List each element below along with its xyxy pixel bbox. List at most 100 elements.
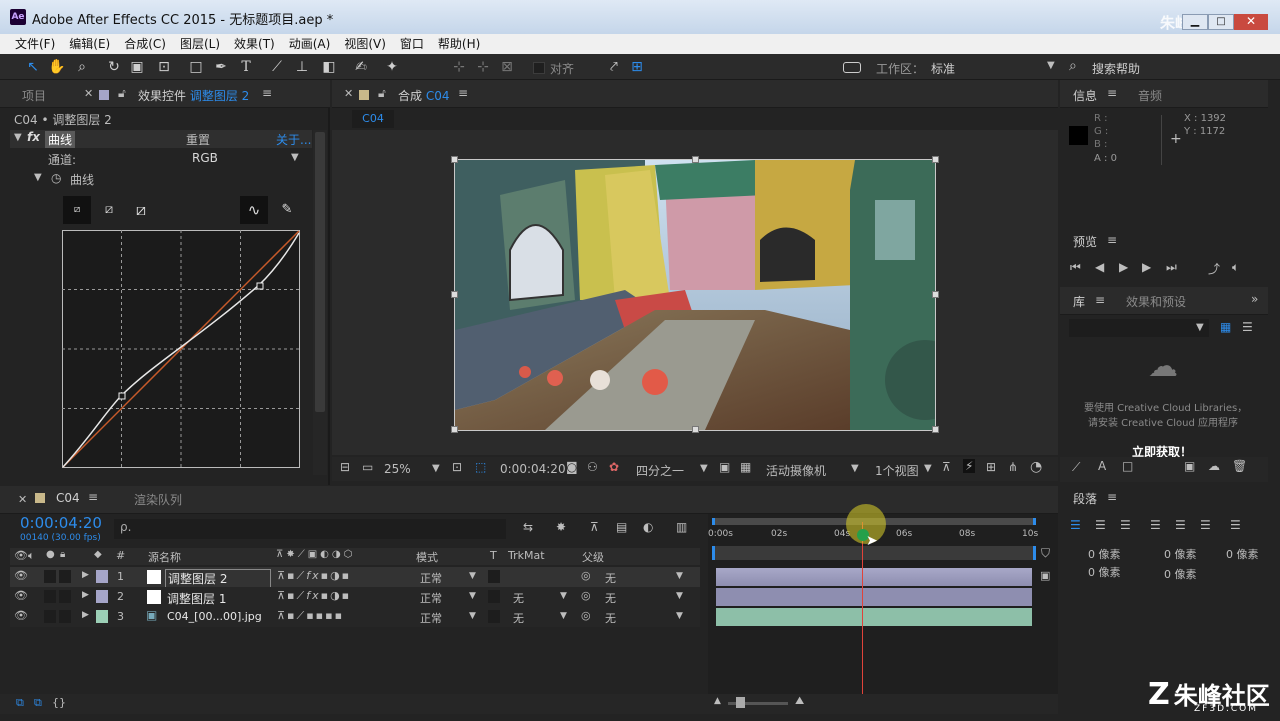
zoom-in-icon[interactable]: ⛰: [795, 694, 804, 708]
brush-tool-icon[interactable]: ⟋: [268, 58, 286, 76]
lock-box[interactable]: [59, 610, 71, 623]
workspace-dropdown[interactable]: 标准: [931, 60, 955, 77]
transparency-grid-icon[interactable]: ▦: [740, 460, 751, 474]
curve-size-small-button[interactable]: ⧄: [63, 196, 91, 224]
close-icon[interactable]: ✕: [84, 87, 93, 100]
layer-switches-toggle-icon[interactable]: ⧉: [16, 696, 24, 710]
parent-dropdown[interactable]: 无: [605, 610, 616, 626]
clone-stamp-tool-icon[interactable]: ⊥: [293, 58, 311, 76]
effect-name-curves[interactable]: 曲线: [45, 131, 76, 148]
bezier-curve-button[interactable]: ∿: [240, 196, 268, 224]
zoom-slider-thumb[interactable]: [736, 697, 745, 708]
handle-tr[interactable]: [932, 156, 939, 163]
expand-icon[interactable]: ▶︎: [82, 570, 89, 580]
align-left-icon[interactable]: ☰: [1070, 518, 1081, 532]
layer-switches[interactable]: ⊼▪⟋fx▪◑▪: [277, 589, 351, 603]
table-row[interactable]: [10, 607, 700, 627]
solo-box[interactable]: [44, 610, 56, 623]
draft-3d-icon[interactable]: ✸: [556, 520, 566, 534]
menu-layer[interactable]: 图层(L): [173, 34, 227, 52]
list-view-icon[interactable]: ☰: [1242, 320, 1253, 334]
panel-menu-icon[interactable]: ≡: [1095, 293, 1105, 307]
layer-bar-1[interactable]: [716, 568, 1032, 586]
snapshot-icon[interactable]: ◙: [566, 460, 578, 474]
expand-icon[interactable]: ▶︎: [82, 590, 89, 600]
header-source-name[interactable]: 源名称: [148, 549, 181, 565]
panel-menu-icon[interactable]: ≡: [262, 86, 272, 100]
expand-panel-icon[interactable]: »: [1251, 292, 1258, 306]
show-snapshot-icon[interactable]: ⚇: [587, 460, 598, 474]
menu-composition[interactable]: 合成(C): [117, 34, 173, 52]
chevron-down-icon[interactable]: ▼: [924, 463, 932, 474]
layer-switches[interactable]: ⊼▪⟋fx▪◑▪: [277, 569, 351, 583]
handle-br[interactable]: [932, 426, 939, 433]
next-frame-icon[interactable]: ▶︎: [1142, 260, 1151, 274]
align-center-icon[interactable]: ☰: [1095, 518, 1106, 532]
maximize-button[interactable]: □: [1208, 14, 1234, 30]
tab-composition[interactable]: 合成 C04: [398, 87, 450, 104]
channel-dropdown[interactable]: RGB: [192, 151, 218, 165]
previous-frame-icon[interactable]: ◀︎: [1095, 260, 1104, 274]
chevron-down-icon[interactable]: ▼: [560, 591, 567, 601]
space-after-field[interactable]: 0 像素: [1164, 566, 1197, 582]
timeline-icon[interactable]: ⊞: [986, 460, 996, 474]
local-axis-icon[interactable]: ⊹: [450, 58, 468, 76]
snap-option-icon[interactable]: ⤤: [605, 58, 623, 76]
indent-right-field[interactable]: 0 像素: [1164, 546, 1197, 562]
menu-window[interactable]: 窗口: [393, 34, 431, 52]
justify-center-icon[interactable]: ☰: [1175, 518, 1186, 532]
snap-checkbox[interactable]: [533, 62, 545, 74]
curve-size-large-button[interactable]: ⧄: [128, 196, 154, 224]
panel-menu-icon[interactable]: ≡: [1107, 86, 1117, 100]
pickwhip-icon[interactable]: ◎: [581, 589, 591, 602]
preserve-transparency-box[interactable]: [488, 570, 500, 583]
audio-icon[interactable]: 🔈︎: [28, 549, 35, 563]
layer-mode-dropdown[interactable]: 正常: [420, 610, 442, 626]
reset-exposure-icon[interactable]: ◔: [1030, 459, 1042, 475]
table-row[interactable]: [10, 587, 700, 607]
handle-mr[interactable]: [932, 291, 939, 298]
trkmat-dropdown[interactable]: 无: [513, 610, 524, 626]
shy-layers-icon[interactable]: ⊼: [590, 520, 599, 534]
layer-bar-2[interactable]: [716, 588, 1032, 606]
motion-blur-icon[interactable]: ◐: [643, 520, 653, 534]
timeline-timecode[interactable]: 0:00:04:20: [20, 514, 102, 532]
pickwhip-icon[interactable]: ◎: [581, 569, 591, 582]
tab-effects-controls[interactable]: 效果控件 调整图层 2: [138, 87, 249, 104]
expand-triangle-icon[interactable]: ▼: [14, 132, 22, 143]
tab-project[interactable]: 项目: [22, 87, 46, 104]
table-row[interactable]: [10, 567, 700, 587]
roto-brush-tool-icon[interactable]: ✍: [352, 58, 370, 76]
pen-tool-icon[interactable]: ✒: [212, 58, 230, 76]
pencil-curve-button[interactable]: ✎: [275, 196, 299, 224]
close-button[interactable]: ✕: [1234, 14, 1268, 30]
tab-render-queue[interactable]: 渲染队列: [134, 491, 182, 508]
type-icon[interactable]: A: [1098, 459, 1106, 473]
lock-box[interactable]: [59, 570, 71, 583]
camera-dropdown[interactable]: 活动摄像机: [766, 462, 826, 479]
panel-menu-icon[interactable]: ≡: [1107, 233, 1117, 247]
layer-name[interactable]: 调整图层 2: [165, 569, 271, 588]
chevron-down-icon[interactable]: ▼: [676, 611, 683, 621]
menu-edit[interactable]: 编辑(E): [62, 34, 117, 52]
layer-bounding-box[interactable]: [454, 159, 936, 431]
layer-label-color[interactable]: [96, 570, 108, 583]
always-preview-icon[interactable]: ⊟: [340, 460, 350, 474]
chevron-down-icon[interactable]: ▼: [1196, 322, 1204, 333]
rectangle-tool-icon[interactable]: □: [187, 58, 205, 76]
lock-box[interactable]: [59, 590, 71, 603]
camera-tool-icon[interactable]: ▣: [128, 58, 146, 76]
lock-icon[interactable]: 🔓︎: [378, 86, 386, 101]
toggle-pixel-aspect-icon[interactable]: ⊼: [942, 460, 951, 474]
last-frame-icon[interactable]: ⏭: [1166, 260, 1177, 275]
reset-link[interactable]: 重置: [186, 131, 210, 148]
current-time-display[interactable]: 0:00:04:20: [500, 462, 566, 476]
align-right-icon[interactable]: ☰: [1120, 518, 1131, 532]
solo-box[interactable]: [44, 590, 56, 603]
color-channels-icon[interactable]: ✿: [609, 460, 619, 474]
tab-audio[interactable]: 音频: [1138, 87, 1162, 104]
indent-left-field[interactable]: 0 像素: [1088, 546, 1121, 562]
pan-behind-tool-icon[interactable]: ⊡: [155, 58, 173, 76]
shape-icon[interactable]: □: [1122, 459, 1133, 473]
curves-graph[interactable]: [62, 230, 300, 468]
